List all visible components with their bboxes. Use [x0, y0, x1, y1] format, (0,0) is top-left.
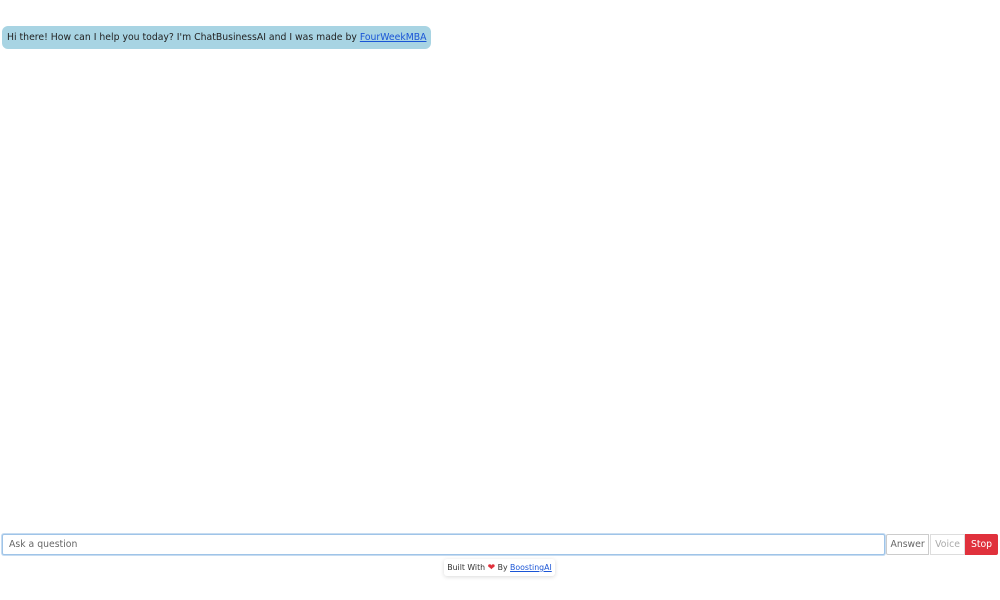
built-with-credit: Built With ❤ By BoostingAI	[444, 559, 555, 576]
credit-middle: By	[495, 563, 511, 572]
heart-icon: ❤	[487, 563, 496, 573]
stop-button[interactable]: Stop	[965, 534, 998, 555]
credit-prefix: Built With	[447, 563, 488, 572]
composer-row: Answer Voice Stop	[2, 534, 998, 555]
assistant-message-bubble: Hi there! How can I help you today? I'm …	[2, 26, 432, 49]
chat-page: Hi there! How can I help you today? I'm …	[0, 0, 1000, 600]
boostingai-link[interactable]: BoostingAI	[510, 563, 552, 572]
message-text: Hi there! How can I help you today? I'm …	[7, 32, 360, 43]
fourweekmba-link[interactable]: FourWeekMBA	[360, 32, 427, 43]
voice-button[interactable]: Voice	[930, 534, 966, 555]
question-input[interactable]	[2, 534, 886, 555]
answer-button[interactable]: Answer	[886, 534, 930, 555]
chat-area: Hi there! How can I help you today? I'm …	[0, 0, 1000, 530]
